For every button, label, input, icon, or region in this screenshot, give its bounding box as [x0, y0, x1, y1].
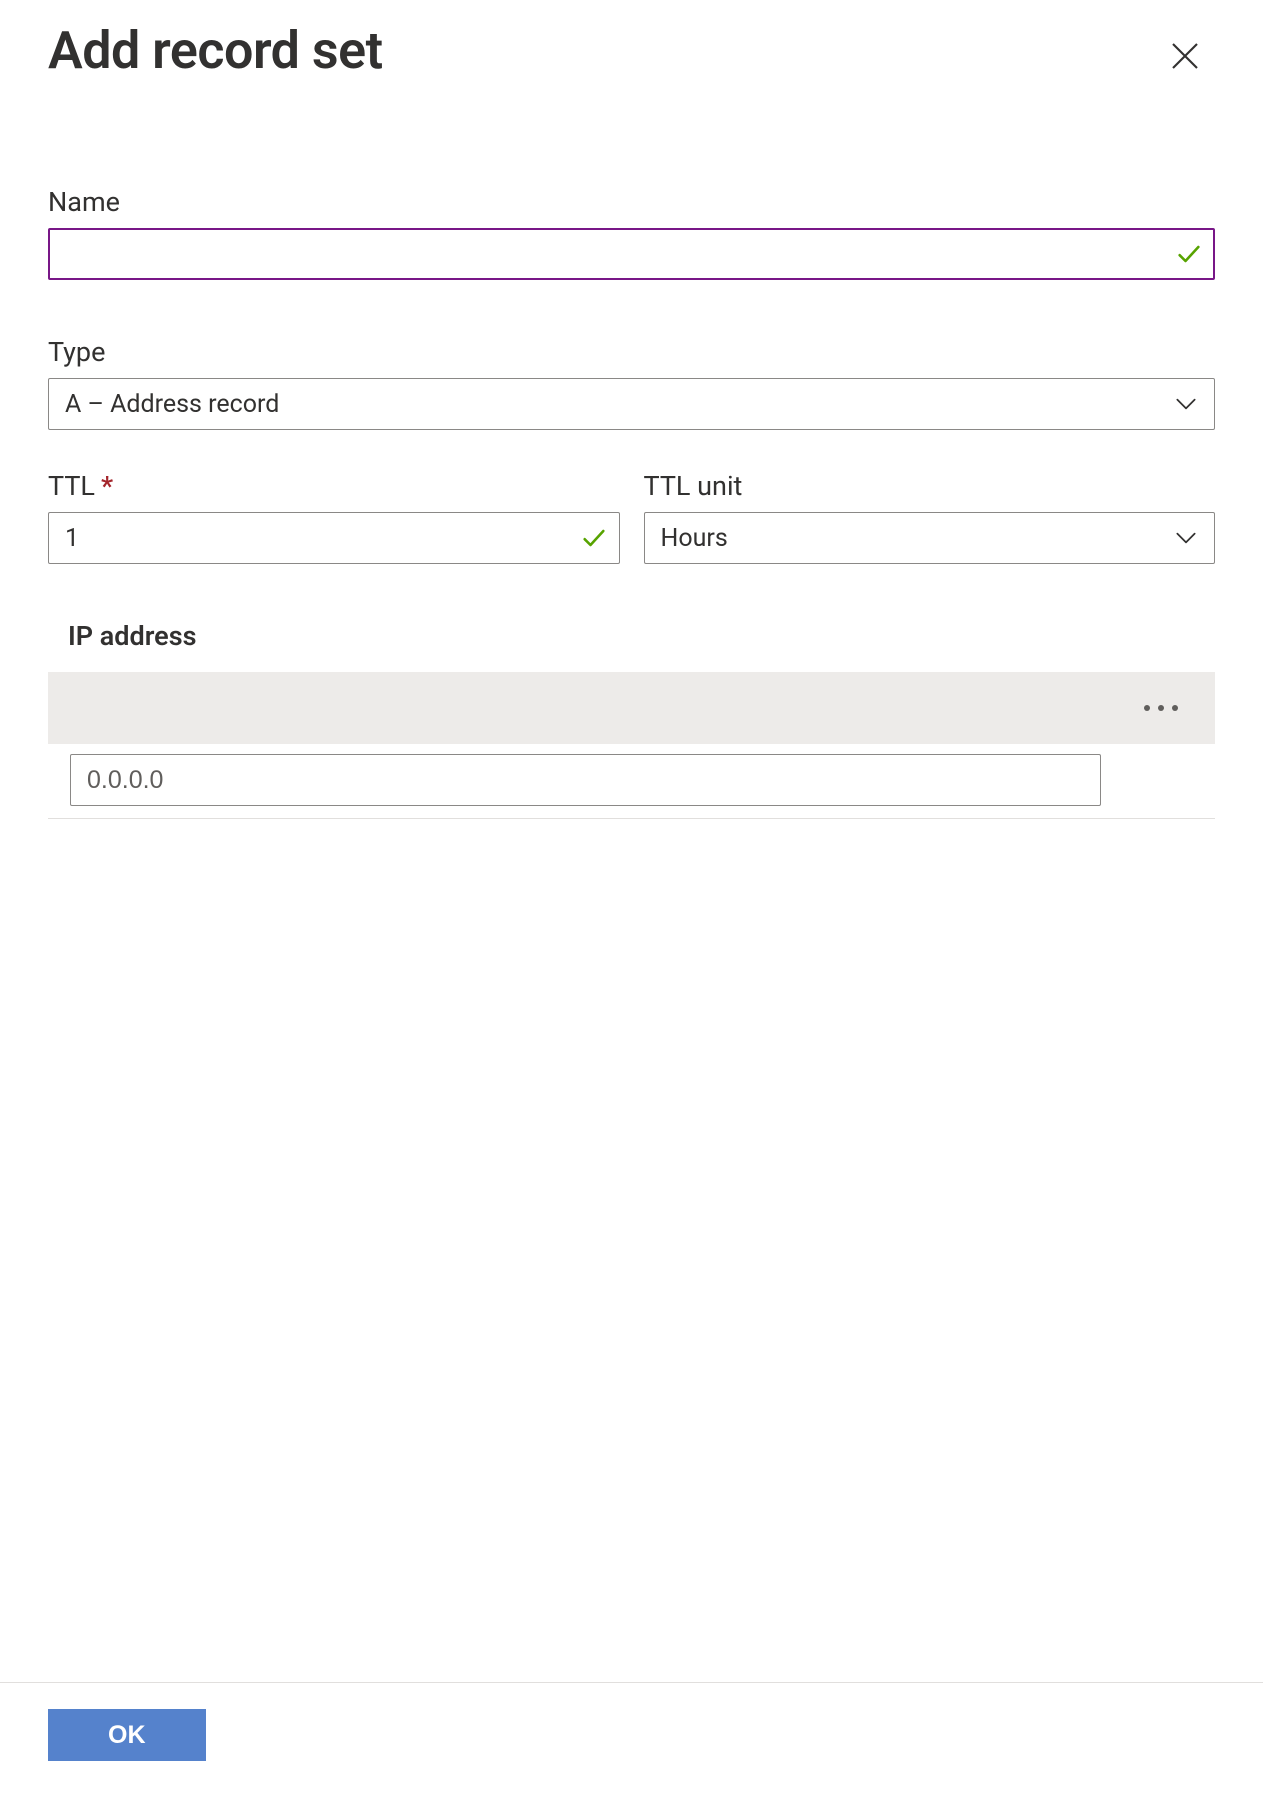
- ttl-label: TTL*: [48, 470, 620, 502]
- type-label: Type: [48, 336, 1215, 368]
- ok-button[interactable]: OK: [48, 1709, 206, 1761]
- ip-address-section: IP address: [48, 620, 1215, 819]
- panel-body: Name Type A – Address record: [0, 86, 1263, 1682]
- ttl-field-group: TTL* 1: [48, 470, 620, 564]
- more-button[interactable]: [1135, 696, 1187, 720]
- name-field-group: Name: [48, 186, 1215, 280]
- name-input[interactable]: [48, 228, 1215, 280]
- ttl-row: TTL* 1 TTL unit Hours: [48, 470, 1215, 564]
- required-marker: *: [101, 470, 113, 502]
- panel-title: Add record set: [48, 20, 383, 81]
- ip-address-input-row: [48, 744, 1215, 819]
- close-button[interactable]: [1155, 26, 1215, 86]
- ip-address-input[interactable]: [70, 754, 1101, 806]
- name-label: Name: [48, 186, 1215, 218]
- ttl-input[interactable]: 1: [48, 512, 620, 564]
- type-field-group: Type A – Address record: [48, 336, 1215, 430]
- type-select[interactable]: A – Address record: [48, 378, 1215, 430]
- panel-footer: OK: [0, 1682, 1263, 1797]
- type-control: A – Address record: [48, 378, 1215, 430]
- ttl-unit-label: TTL unit: [644, 470, 1216, 502]
- ip-address-toolbar: [48, 672, 1215, 744]
- type-select-value: A – Address record: [65, 390, 279, 419]
- ttl-unit-select-value: Hours: [661, 524, 728, 553]
- more-icon: [1141, 702, 1181, 714]
- ttl-unit-select[interactable]: Hours: [644, 512, 1216, 564]
- ttl-unit-field-group: TTL unit Hours: [644, 470, 1216, 564]
- ttl-control: 1: [48, 512, 620, 564]
- add-record-set-panel: Add record set Name: [0, 0, 1263, 1797]
- ttl-unit-control: Hours: [644, 512, 1216, 564]
- panel-header: Add record set: [0, 0, 1263, 86]
- ip-address-heading: IP address: [68, 620, 1215, 652]
- close-icon: [1167, 38, 1203, 74]
- ttl-label-text: TTL: [48, 470, 95, 502]
- name-control: [48, 228, 1215, 280]
